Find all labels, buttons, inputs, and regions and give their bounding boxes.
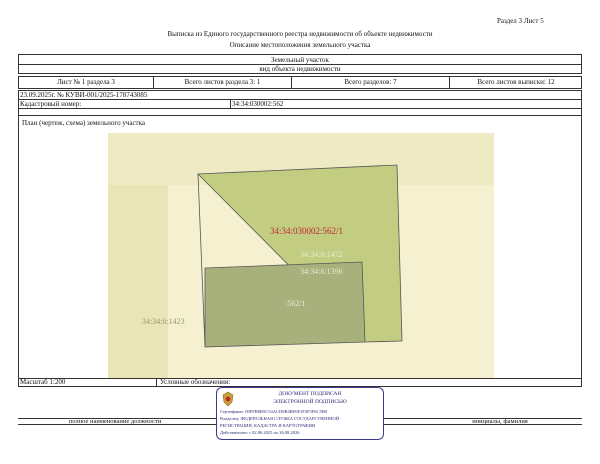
neighbor-parcel-label: 34:34:6:1423: [142, 317, 185, 326]
e-signature-stamp: ДОКУМЕНТ ПОДПИСАН ЭЛЕКТРОННОЙ ПОДПИСЬЮ С…: [216, 387, 384, 440]
stamp-validity: Действителен: с 02.06.2025 по 26.08.2026: [220, 430, 300, 435]
scale-label: Масштаб 1:200: [20, 378, 66, 386]
stamp-line1: ДОКУМЕНТ ПОДПИСАН: [278, 391, 342, 397]
name-caption: инициалы, фамилия: [472, 418, 528, 425]
stamp-certificate: Сертификат: 00FFB8B5C54ACD8B4BF6F1F2F5F6…: [220, 409, 328, 414]
stamp-line2: ЭЛЕКТРОННОЙ ПОДПИСЬЮ: [273, 399, 347, 405]
stamp-owner-line1: Владелец: ФЕДЕРАЛЬНАЯ СЛУЖБА ГОСУДАРСТВЕ…: [220, 416, 340, 421]
coat-of-arms-icon: [222, 391, 234, 407]
overlap-label-a: 34:34:6:1472: [300, 250, 343, 259]
divider: [156, 378, 157, 386]
overlap-label-b: 34:34:6:1396: [300, 267, 343, 276]
position-caption: полное наименование должности: [68, 418, 162, 425]
stamp-owner-line2: РЕГИСТРАЦИИ, КАДАСТРА И КАРТОГРАФИИ: [220, 423, 316, 428]
inner-part-label: :562/1: [285, 299, 306, 308]
legend-label: Условные обозначения:: [160, 378, 231, 386]
divider: [19, 378, 581, 379]
main-parcel-label: 34:34:030002:562/1: [270, 226, 344, 236]
